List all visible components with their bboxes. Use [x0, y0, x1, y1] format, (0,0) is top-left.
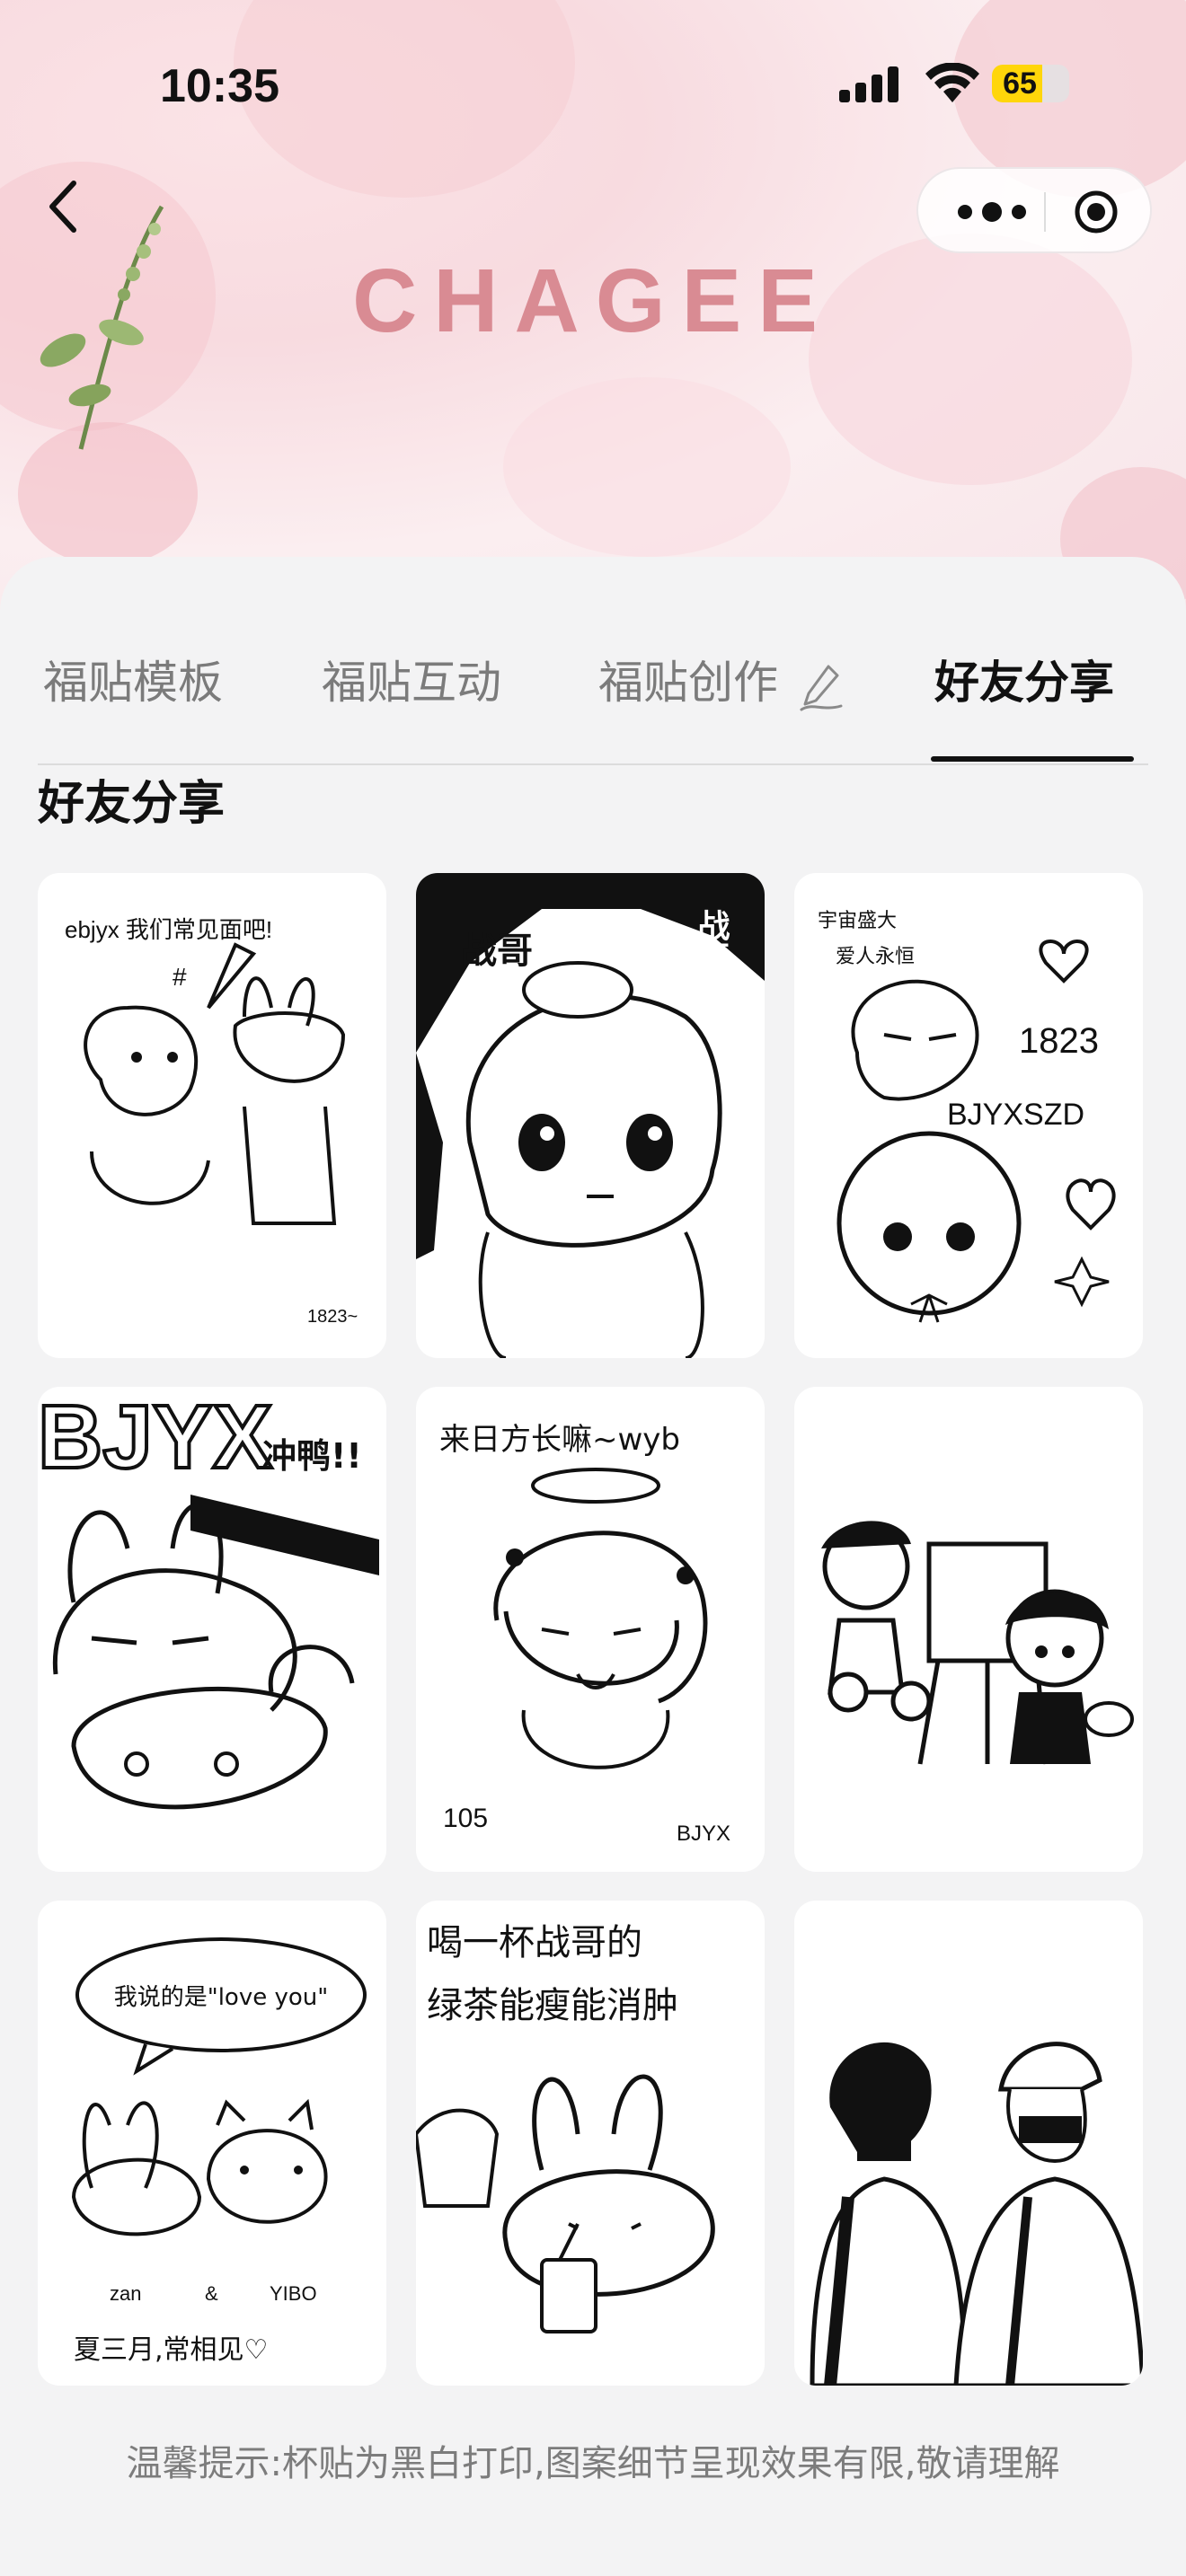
sticker-drawing-tea-bunny: 喝一杯战哥的 绿茶能瘦能消肿 [416, 1922, 715, 2333]
sticker-1-caption: ebjyx 我们常见面吧! [65, 916, 272, 943]
sticker-drawing-chibi-boy: 战哥 战哥 [416, 873, 765, 1358]
capsule-divider [1044, 192, 1046, 232]
sticker-8-line-2: 绿茶能瘦能消肿 [427, 1985, 678, 2026]
sticker-2-caption-right: 战哥 [693, 909, 730, 974]
cellular-signal-icon [839, 66, 898, 102]
sticker-7-wish: 夏三月,常相见♡ [74, 2334, 268, 2366]
sticker-card-2[interactable]: 战哥 战哥 [416, 873, 765, 1358]
sticker-7-bubble: 我说的是"love you" [114, 1984, 328, 2011]
sticker-drawing-love-you: 我说的是"love you" zan & YIBO 夏三月,常相见♡ [71, 1937, 367, 2366]
sticker-3-code: BJYXSZD [947, 1098, 1084, 1132]
sticker-3-number: 1823 [1019, 1021, 1099, 1061]
wifi-icon [925, 63, 979, 102]
footer-tip: 温馨提示:杯贴为黑白打印,图案细节呈现效果有限,敬请理解 [126, 2443, 1060, 2484]
sticker-drawing-painters [821, 1521, 1134, 1765]
sticker-4-title: BJYX [38, 1387, 272, 1487]
sticker-drawing-angel-boy: 来日方长嘛~wyb 105 BJYX [439, 1422, 730, 1846]
sticker-card-6[interactable] [794, 1387, 1143, 1872]
status-time: 10:35 [160, 60, 279, 112]
content-panel: 福贴模板 福贴互动 福贴创作 好友分享 好友分享 ebjyx 我们常见面吧! #… [0, 557, 1186, 2576]
section-title: 好友分享 [38, 777, 226, 831]
sticker-8-line-1: 喝一杯战哥的 [427, 1922, 642, 1963]
tab-templates[interactable]: 福贴模板 [43, 647, 223, 711]
sticker-card-4[interactable]: BJYX 冲鸭!! [38, 1387, 386, 1872]
sticker-5-caption: 来日方长嘛~wyb [439, 1422, 680, 1458]
sticker-5-signature: BJYX [677, 1822, 730, 1846]
sticker-7-amp: & [205, 2282, 218, 2305]
sticker-5-number: 105 [443, 1804, 488, 1833]
svg-text:#: # [173, 963, 187, 991]
sticker-card-8[interactable]: 喝一杯战哥的 绿茶能瘦能消肿 [416, 1901, 765, 2386]
sticker-card-3[interactable]: 宇宙盛大 爱人永恒 1823 BJYXSZD [794, 873, 1143, 1358]
tab-interaction[interactable]: 福贴互动 [322, 647, 501, 711]
back-chevron-icon[interactable] [36, 171, 90, 243]
status-bar: 10:35 65 [0, 54, 1186, 126]
sticker-3-caption-1: 宇宙盛大 [818, 910, 897, 932]
sticker-drawing-two-men [810, 2042, 1143, 2386]
tab-friend-share[interactable]: 好友分享 [934, 647, 1114, 711]
sticker-card-7[interactable]: 我说的是"love you" zan & YIBO 夏三月,常相见♡ [38, 1901, 386, 2386]
active-tab-indicator [931, 756, 1134, 762]
sticker-drawing-bunnies-selfie: ebjyx 我们常见面吧! # 1823~ [65, 916, 358, 1327]
sticker-3-caption-2: 爱人永恒 [836, 946, 915, 968]
sticker-drawing-angry-bunny: BJYX 冲鸭!! [38, 1387, 379, 1810]
sticker-1-signature: 1823~ [307, 1307, 358, 1327]
miniprogram-capsule [916, 167, 1152, 253]
header-banner: 10:35 65 CHAGEE [0, 0, 1186, 629]
sticker-card-9[interactable] [794, 1901, 1143, 2386]
brand-logo: CHAGEE [352, 251, 834, 351]
sticker-card-5[interactable]: 来日方长嘛~wyb 105 BJYX [416, 1387, 765, 1872]
sticker-7-name-1: zan [110, 2282, 141, 2305]
close-miniprogram-icon[interactable] [1073, 189, 1120, 235]
sticker-card-1[interactable]: ebjyx 我们常见面吧! # 1823~ [38, 873, 386, 1358]
battery-level: 65 [1003, 66, 1037, 101]
sticker-drawing-doodle-faces: 宇宙盛大 爱人永恒 1823 BJYXSZD [818, 910, 1116, 1323]
sticker-7-name-2: YIBO [270, 2282, 317, 2305]
tab-bar: 福贴模板 福贴互动 福贴创作 好友分享 [38, 602, 1148, 765]
more-options-icon[interactable] [949, 196, 1035, 228]
sticker-2-caption-left: 战哥 [461, 931, 533, 972]
tab-creation[interactable]: 福贴创作 [598, 647, 845, 711]
tab-creation-label: 福贴创作 [598, 657, 778, 709]
battery-indicator: 65 [992, 65, 1069, 102]
pen-icon [800, 665, 843, 710]
sticker-4-caption: 冲鸭!! [262, 1436, 362, 1476]
